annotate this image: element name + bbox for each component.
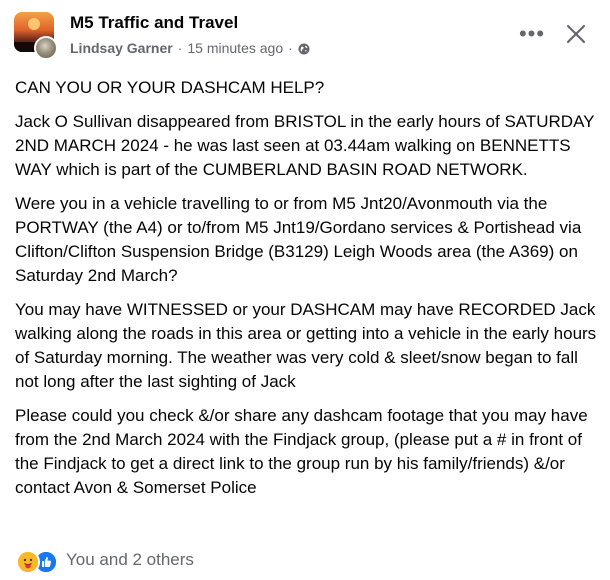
post-header: M5 Traffic and Travel Lindsay Garner · 1… [0, 0, 610, 64]
author-avatar[interactable] [34, 36, 58, 60]
more-options-button[interactable]: ••• [514, 20, 550, 48]
reaction-icons [16, 549, 62, 574]
reactions-summary[interactable]: You and 2 others [16, 548, 194, 574]
close-button[interactable] [560, 18, 592, 50]
meta-separator-2: · [288, 40, 293, 56]
facebook-post: M5 Traffic and Travel Lindsay Garner · 1… [0, 0, 610, 580]
post-paragraph: You may have WITNESSED or your DASHCAM m… [15, 300, 597, 391]
post-paragraph: Please could you check &/or share any da… [15, 406, 588, 497]
post-paragraph: Were you in a vehicle travelling to or f… [15, 194, 582, 285]
author-name-link[interactable]: Lindsay Garner [70, 40, 173, 56]
close-icon [566, 24, 586, 44]
meta-separator: · [177, 40, 183, 56]
post-paragraph: Jack O Sullivan disappeared from BRISTOL… [15, 112, 595, 179]
care-reaction-icon [16, 550, 40, 574]
post-text: CAN YOU OR YOUR DASHCAM HELP? Jack O Sul… [15, 76, 600, 510]
reactions-count-text[interactable]: You and 2 others [66, 550, 194, 570]
post-paragraph: CAN YOU OR YOUR DASHCAM HELP? [15, 78, 325, 97]
group-name-link[interactable]: M5 Traffic and Travel [70, 13, 238, 33]
globe-icon[interactable] [298, 42, 310, 55]
post-meta: Lindsay Garner · 15 minutes ago · [70, 40, 310, 56]
sunset-sun [28, 18, 40, 30]
post-timestamp[interactable]: 15 minutes ago [187, 40, 283, 56]
